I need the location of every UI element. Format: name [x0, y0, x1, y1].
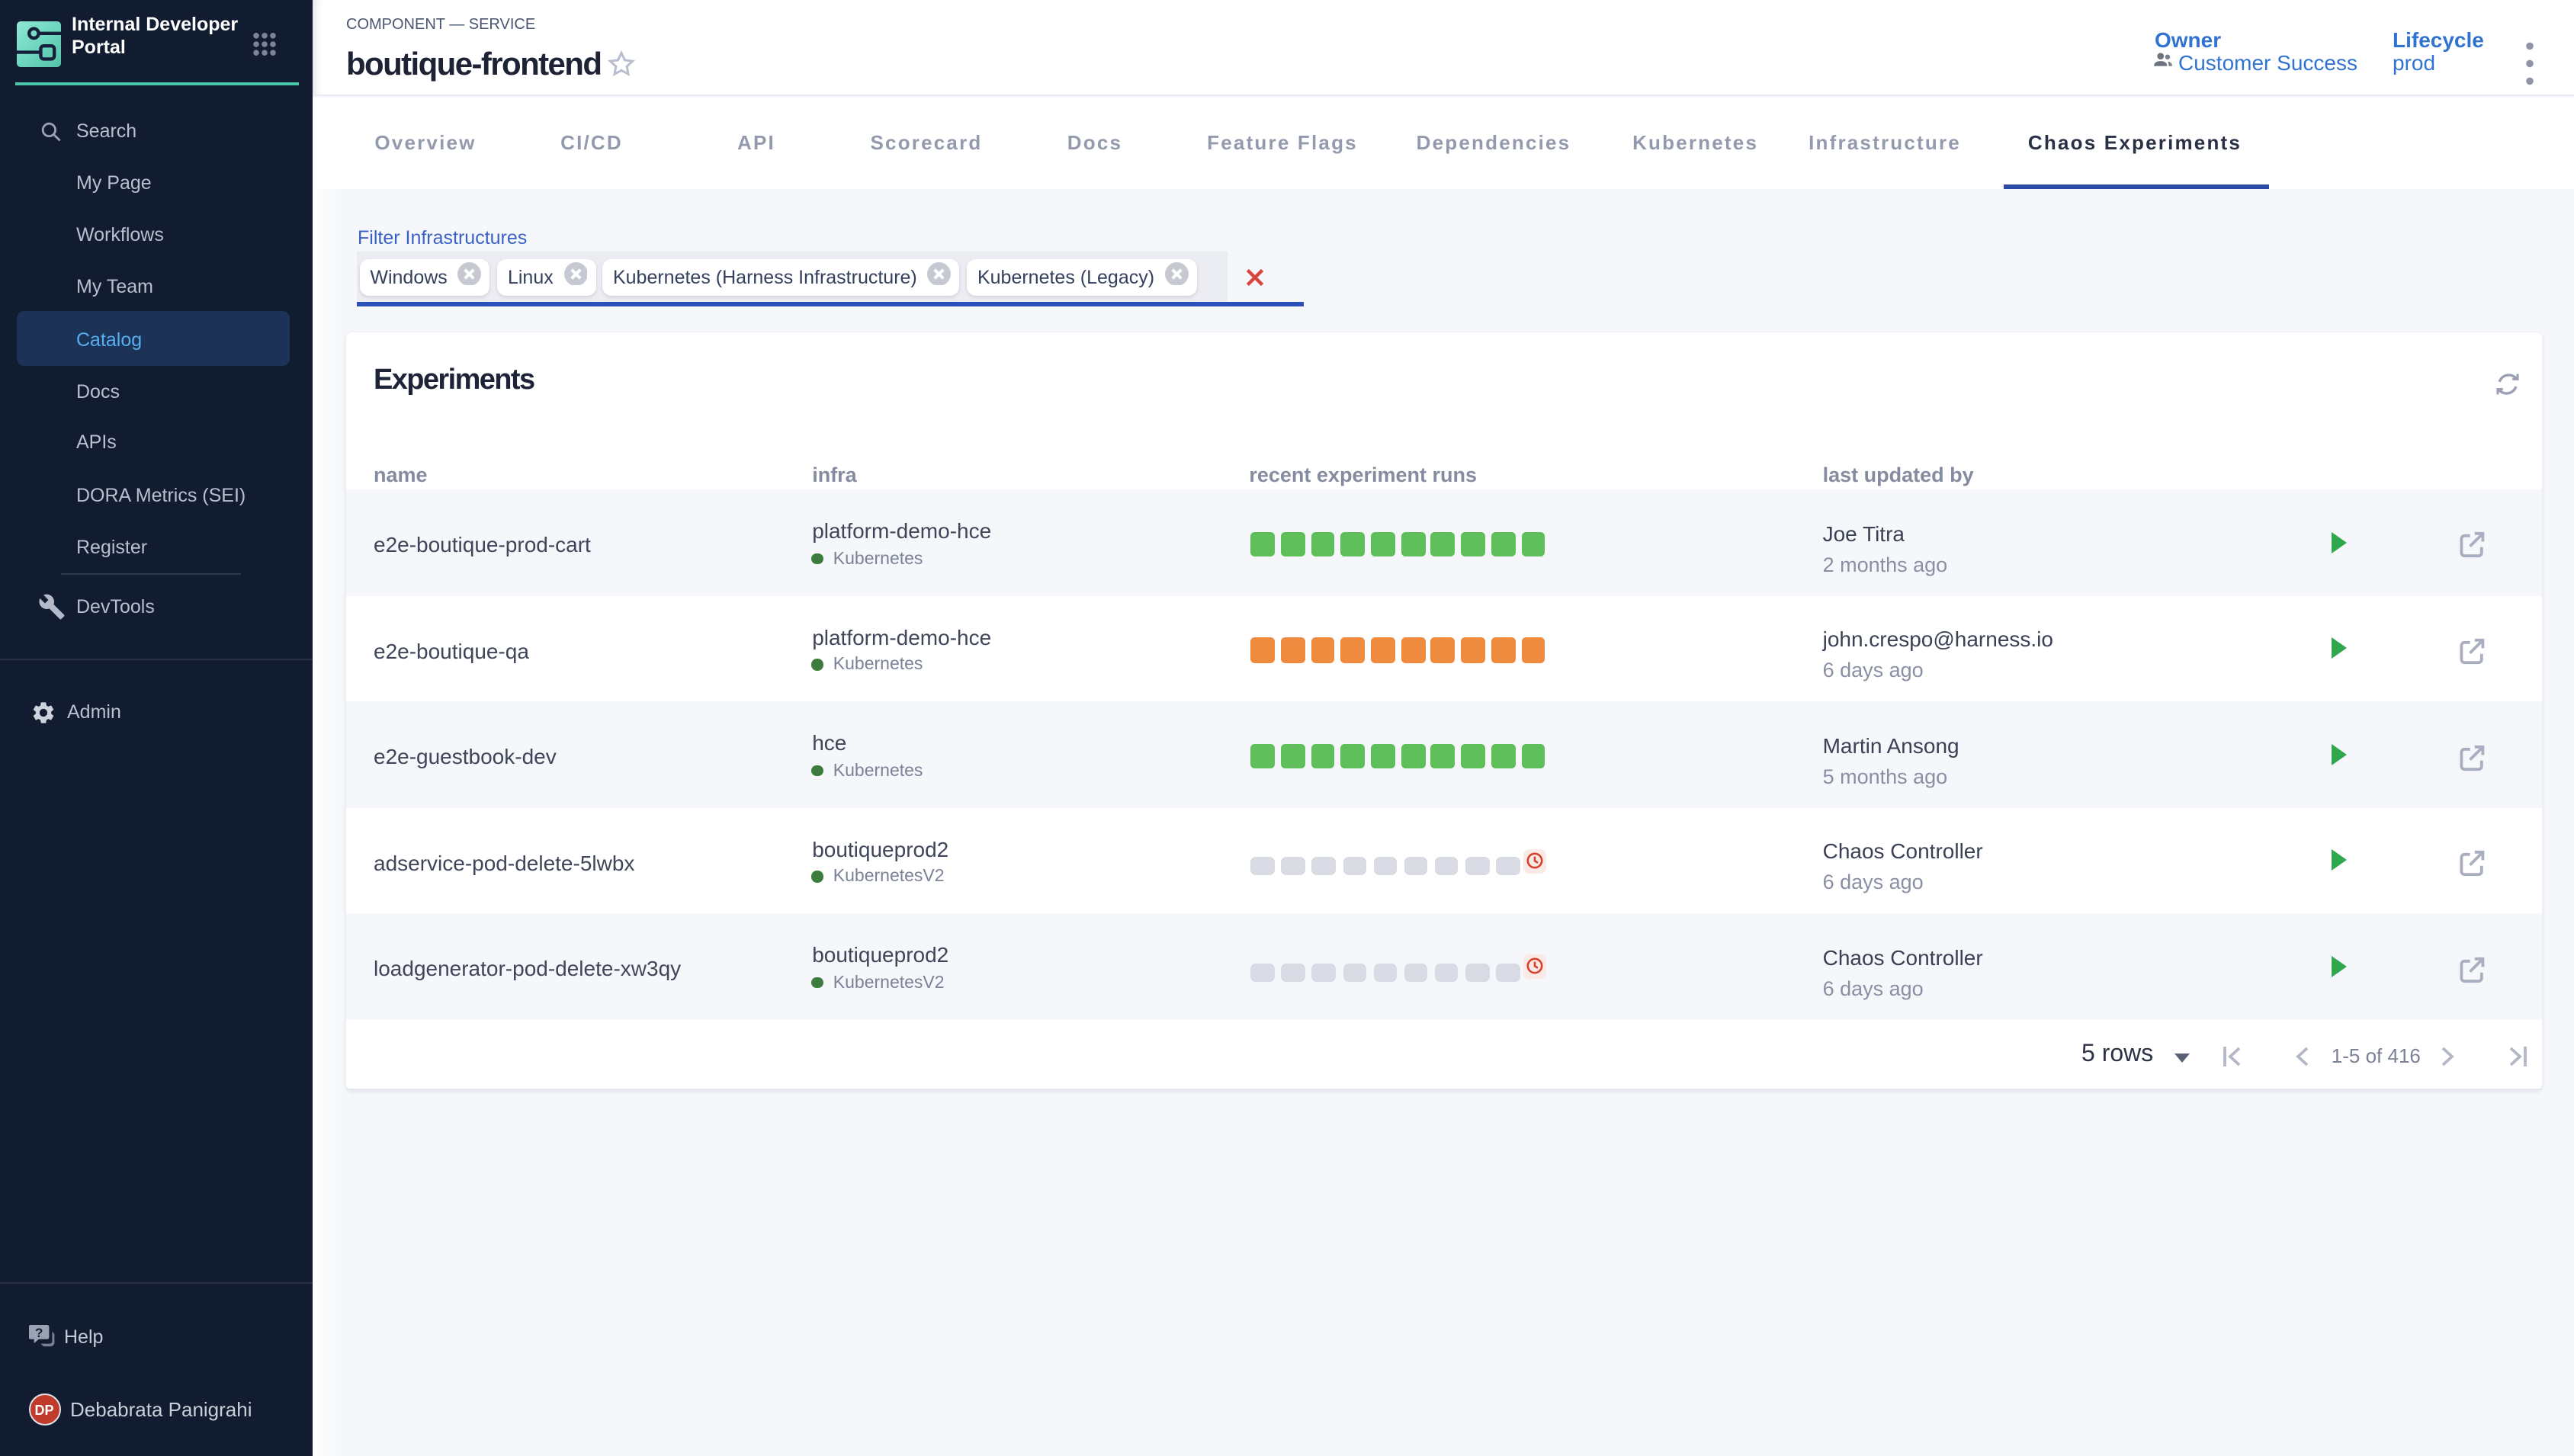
svg-text:?: ? [35, 1326, 43, 1340]
